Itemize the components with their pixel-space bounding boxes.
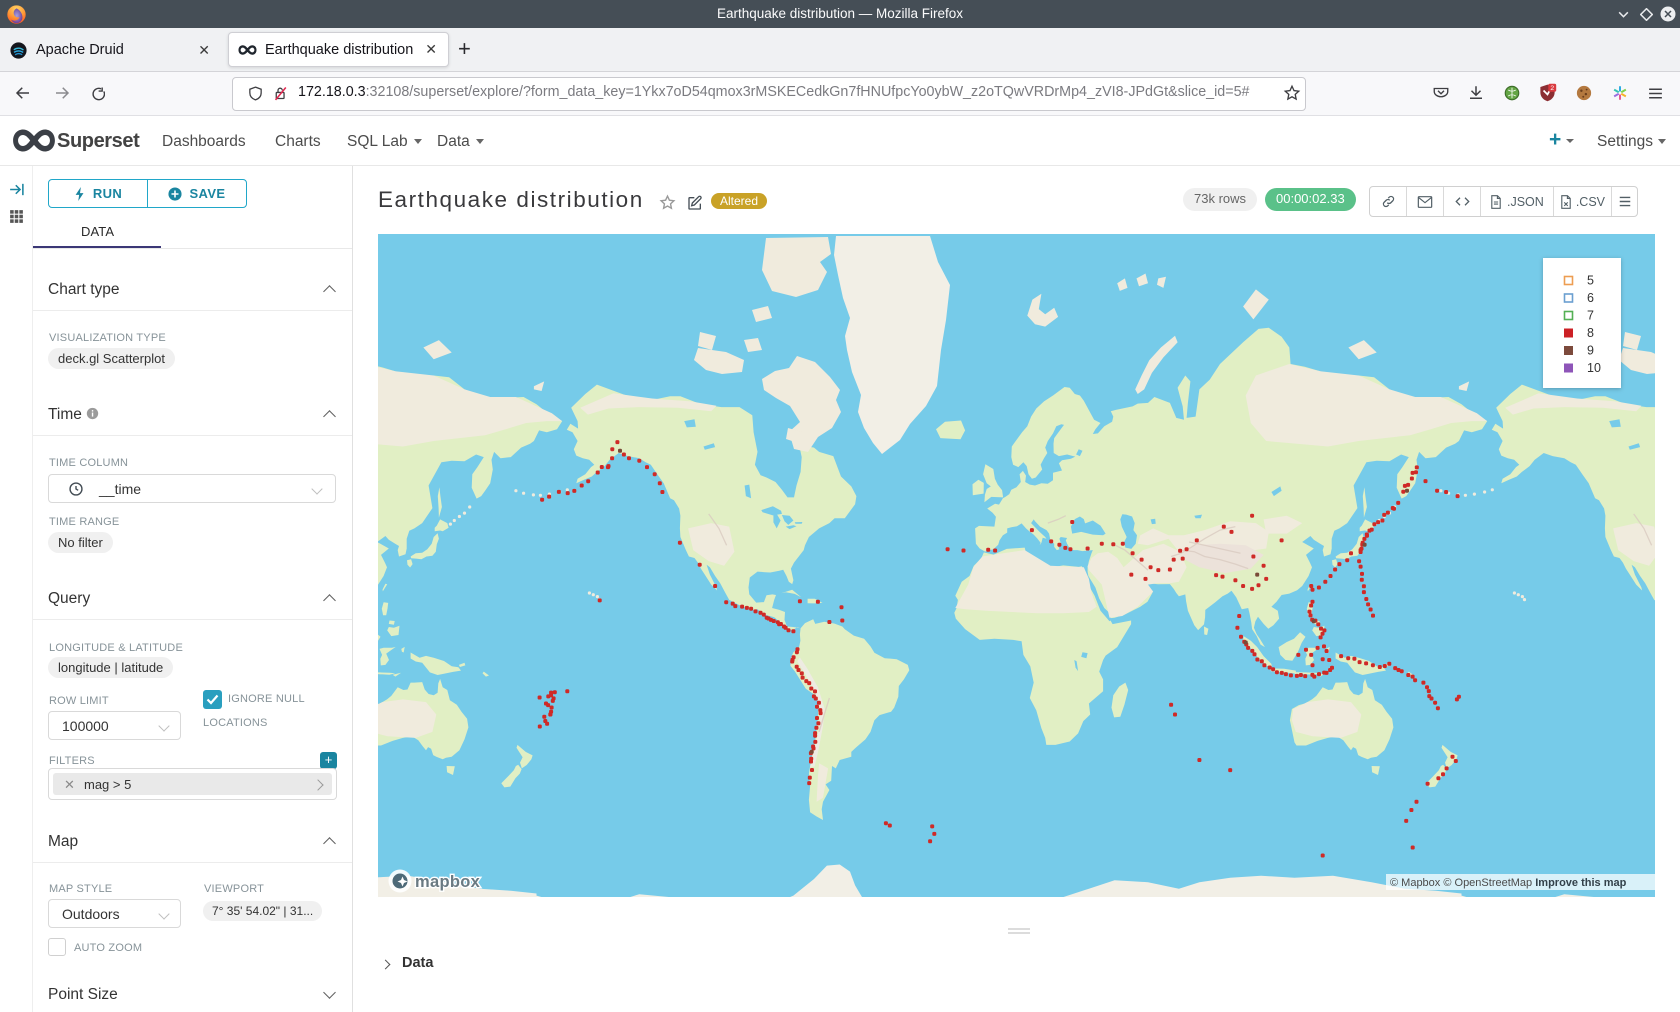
svg-text:9: 9 (1587, 344, 1594, 358)
svg-text:© Mapbox © OpenStreetMap Impro: © Mapbox © OpenStreetMap Improve this ma… (1390, 877, 1627, 889)
svg-text:mapbox: mapbox (415, 873, 481, 891)
svg-text:6: 6 (1587, 291, 1594, 305)
svg-text:2: 2 (1550, 85, 1554, 92)
svg-text:8: 8 (1587, 326, 1594, 340)
svg-text:7: 7 (1587, 309, 1594, 323)
svg-text:10: 10 (1587, 361, 1601, 375)
svg-text:5: 5 (1587, 274, 1594, 288)
